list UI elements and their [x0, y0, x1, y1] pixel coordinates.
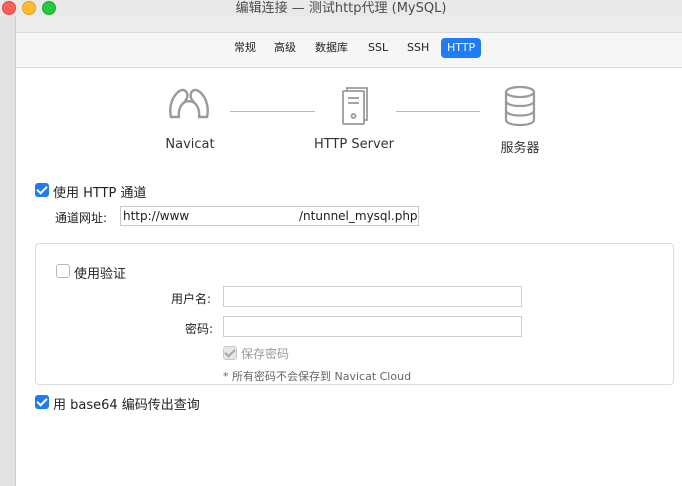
base64-encode-checkbox[interactable] [35, 395, 49, 409]
server-icon [342, 87, 368, 125]
connector-line [230, 111, 315, 112]
tab-ssh[interactable]: SSH [401, 38, 435, 58]
base64-encode-label: 用 base64 编码传出查询 [53, 398, 200, 413]
use-authentication-checkbox[interactable] [56, 264, 70, 278]
node-label-http-server: HTTP Server [313, 137, 395, 152]
database-icon [504, 85, 536, 127]
password-cloud-note: * 所有密码不会保存到 Navicat Cloud [223, 370, 412, 383]
use-http-tunnel-label: 使用 HTTP 通道 [53, 186, 147, 201]
password-input[interactable] [223, 316, 522, 337]
tunnel-url-value-start: http://www [123, 209, 189, 223]
node-label-navicat: Navicat [165, 137, 215, 152]
username-label: 用户名: [171, 292, 212, 306]
title-bar: 编辑连接 — 测试http代理 (MySQL) [0, 0, 682, 16]
use-http-tunnel-checkbox[interactable] [35, 183, 49, 197]
tab-general[interactable]: 常规 [228, 38, 262, 58]
window-title: 编辑连接 — 测试http代理 (MySQL) [235, 1, 447, 16]
username-input[interactable] [223, 286, 522, 307]
password-label: 密码: [185, 322, 214, 336]
save-password-label: 保存密码 [241, 347, 290, 361]
use-authentication-label: 使用验证 [74, 267, 127, 282]
tunnel-url-value-end: /ntunnel_mysql.php [299, 209, 418, 223]
navicat-logo-icon [169, 88, 209, 119]
connector-line [396, 111, 480, 112]
tunnel-url-input[interactable]: http://www /ntunnel_mysql.php [120, 206, 419, 226]
authentication-group [35, 243, 674, 385]
tab-databases[interactable]: 数据库 [309, 38, 354, 58]
tab-ssl[interactable]: SSL [362, 38, 394, 58]
save-password-checkbox [223, 346, 237, 360]
tunnel-url-label: 通道网址: [55, 211, 108, 225]
tab-http[interactable]: HTTP [441, 38, 482, 58]
tab-advanced[interactable]: 高级 [268, 38, 302, 58]
window-left-edge [0, 16, 16, 486]
node-label-server: 服务器 [500, 141, 540, 156]
